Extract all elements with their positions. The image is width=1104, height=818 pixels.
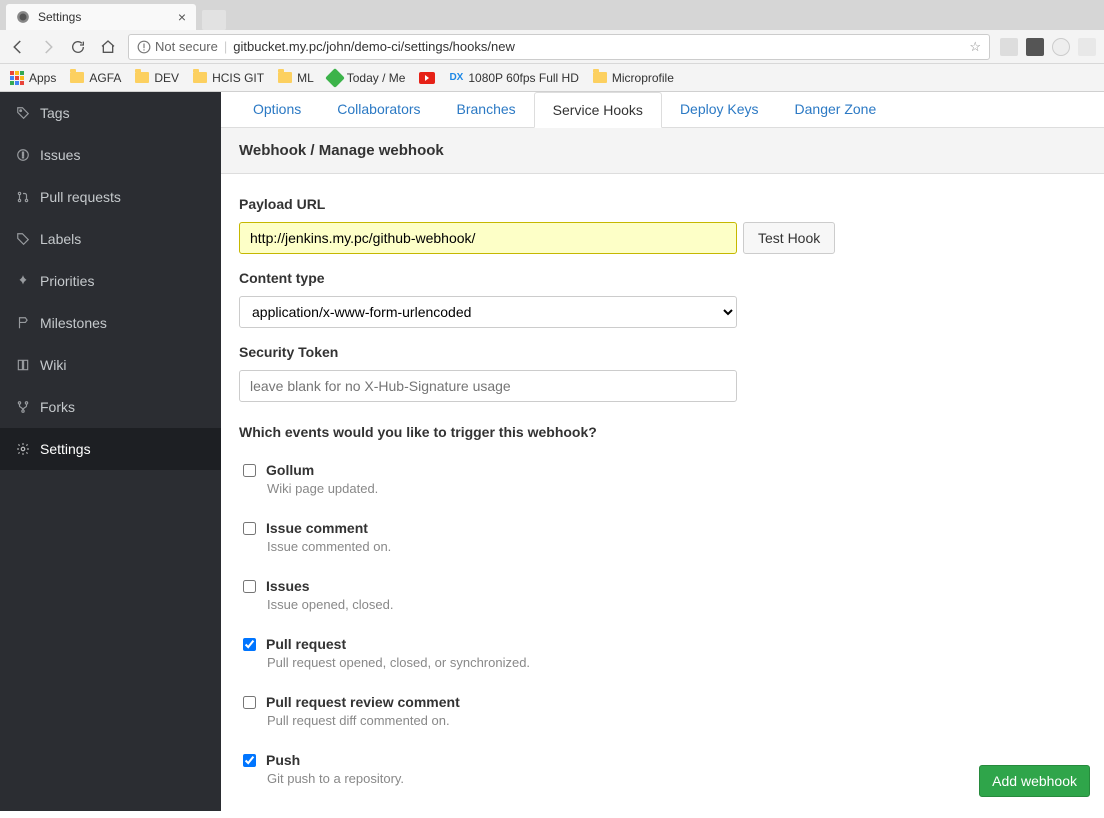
sidebar-item-label: Wiki [40,357,66,373]
browser-tab[interactable]: Settings × [6,4,196,30]
bookmark-item[interactable]: HCIS GIT [193,71,264,85]
sidebar-item-labels[interactable]: Labels [0,218,221,260]
sidebar-item-milestones[interactable]: Milestones [0,302,221,344]
event-name: Push [266,752,300,768]
ext-icon[interactable] [1078,38,1096,56]
test-hook-button[interactable]: Test Hook [743,222,835,254]
extension-icons [1000,38,1096,56]
back-icon[interactable] [8,37,28,57]
event-name: Issues [266,578,310,594]
event-checkbox[interactable] [243,638,256,651]
payload-url-input[interactable] [239,222,737,254]
home-icon[interactable] [98,37,118,57]
browser-navbar: Not secure | gitbucket.my.pc/john/demo-c… [0,30,1104,64]
event-checkbox[interactable] [243,580,256,593]
event-name: Issue comment [266,520,368,536]
bookmark-item[interactable] [419,72,435,84]
sidebar-item-label: Milestones [40,315,107,331]
panel-title: Webhook / Manage webhook [221,128,1104,174]
main-panel: Options Collaborators Branches Service H… [221,92,1104,811]
issue-icon [16,148,30,162]
event-name: Pull request review comment [266,694,460,710]
event-checkbox[interactable] [243,522,256,535]
label-icon [16,232,30,246]
sidebar-item-label: Tags [40,105,70,121]
close-icon[interactable]: × [178,9,186,25]
payload-url-label: Payload URL [239,196,1086,212]
bookmark-item[interactable]: DEV [135,71,179,85]
sidebar-item-priorities[interactable]: Priorities [0,260,221,302]
tab-title: Settings [38,10,81,24]
sidebar-item-issues[interactable]: Issues [0,134,221,176]
sidebar-item-label: Settings [40,441,91,457]
security-token-label: Security Token [239,344,1086,360]
bookmark-item[interactable]: DX1080P 60fps Full HD [449,71,578,85]
webhook-form: Payload URL Test Hook Content type appli… [221,174,1104,818]
content-type-select[interactable]: application/x-www-form-urlencoded [239,296,737,328]
url-text: gitbucket.my.pc/john/demo-ci/settings/ho… [233,39,963,54]
pull-request-icon [16,190,30,204]
bookmark-item[interactable]: Microprofile [593,71,674,85]
event-desc: Git push to a repository. [267,771,1086,786]
settings-tabs: Options Collaborators Branches Service H… [221,92,1104,128]
tab-service-hooks[interactable]: Service Hooks [534,92,662,128]
event-name: Gollum [266,462,314,478]
sidebar-item-label: Pull requests [40,189,121,205]
new-tab-button[interactable] [202,10,226,30]
gear-icon [16,442,30,456]
sidebar-item-pull-requests[interactable]: Pull requests [0,176,221,218]
book-icon [16,358,30,372]
tag-icon [16,106,30,120]
bookmark-item[interactable]: ML [278,71,314,85]
tab-collaborators[interactable]: Collaborators [319,92,438,127]
priority-icon [16,274,30,288]
tab-options[interactable]: Options [235,92,319,127]
sidebar-item-tags[interactable]: Tags [0,92,221,134]
browser-tabbar: Settings × [0,0,1104,30]
sidebar-item-label: Priorities [40,273,94,289]
bookmarks-bar: Apps AGFA DEV HCIS GIT ML Today / Me DX1… [0,64,1104,92]
security-token-input[interactable] [239,370,737,402]
event-checkbox[interactable] [243,464,256,477]
ext-icon[interactable] [1052,38,1070,56]
tab-danger-zone[interactable]: Danger Zone [777,92,895,127]
secure-indicator: Not secure [137,39,218,54]
event-desc: Wiki page updated. [267,481,1086,496]
tab-deploy-keys[interactable]: Deploy Keys [662,92,777,127]
sidebar-item-settings[interactable]: Settings [0,428,221,470]
sidebar: Tags Issues Pull requests Labels Priorit… [0,92,221,811]
bookmark-item[interactable]: Today / Me [328,71,406,85]
forward-icon [38,37,58,57]
sidebar-item-label: Issues [40,147,80,163]
add-webhook-button[interactable]: Add webhook [979,765,1090,797]
event-checkbox[interactable] [243,696,256,709]
event-desc: Issue commented on. [267,539,1086,554]
event-desc: Pull request opened, closed, or synchron… [267,655,1086,670]
ext-icon[interactable] [1026,38,1044,56]
event-checkbox[interactable] [243,754,256,767]
event-name: Pull request [266,636,346,652]
ext-icon[interactable] [1000,38,1018,56]
url-bar[interactable]: Not secure | gitbucket.my.pc/john/demo-c… [128,34,990,60]
bookmark-item[interactable]: AGFA [70,71,121,85]
site-icon [16,10,30,24]
sidebar-item-label: Forks [40,399,75,415]
milestone-icon [16,316,30,330]
event-desc: Pull request diff commented on. [267,713,1086,728]
tab-branches[interactable]: Branches [439,92,534,127]
sidebar-item-label: Labels [40,231,81,247]
reload-icon[interactable] [68,37,88,57]
bookmark-star-icon[interactable]: ☆ [969,39,981,55]
sidebar-item-forks[interactable]: Forks [0,386,221,428]
fork-icon [16,400,30,414]
apps-button[interactable]: Apps [10,71,56,85]
content-type-label: Content type [239,270,1086,286]
sidebar-item-wiki[interactable]: Wiki [0,344,221,386]
events-question: Which events would you like to trigger t… [239,424,1086,440]
event-desc: Issue opened, closed. [267,597,1086,612]
